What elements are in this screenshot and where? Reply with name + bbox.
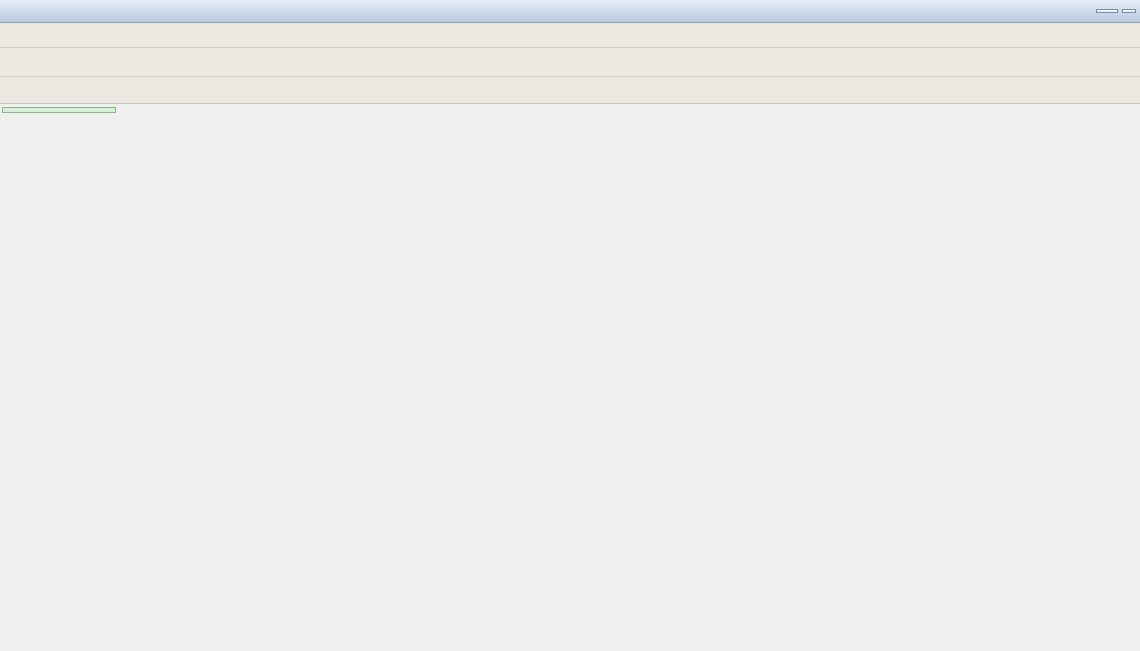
chart-type-toolbar [0,77,1140,104]
customer-service-button[interactable] [1096,9,1118,13]
instrument-name [2,107,116,113]
chart-area [0,104,1140,651]
application-window [0,0,1140,651]
title-bar[interactable] [0,0,1140,23]
info-panel [2,107,116,115]
forum-button-partial[interactable] [1122,9,1136,13]
gann-wheel-canvas[interactable] [0,104,1140,651]
main-toolbar [0,48,1140,77]
menu-bar [0,23,1140,48]
